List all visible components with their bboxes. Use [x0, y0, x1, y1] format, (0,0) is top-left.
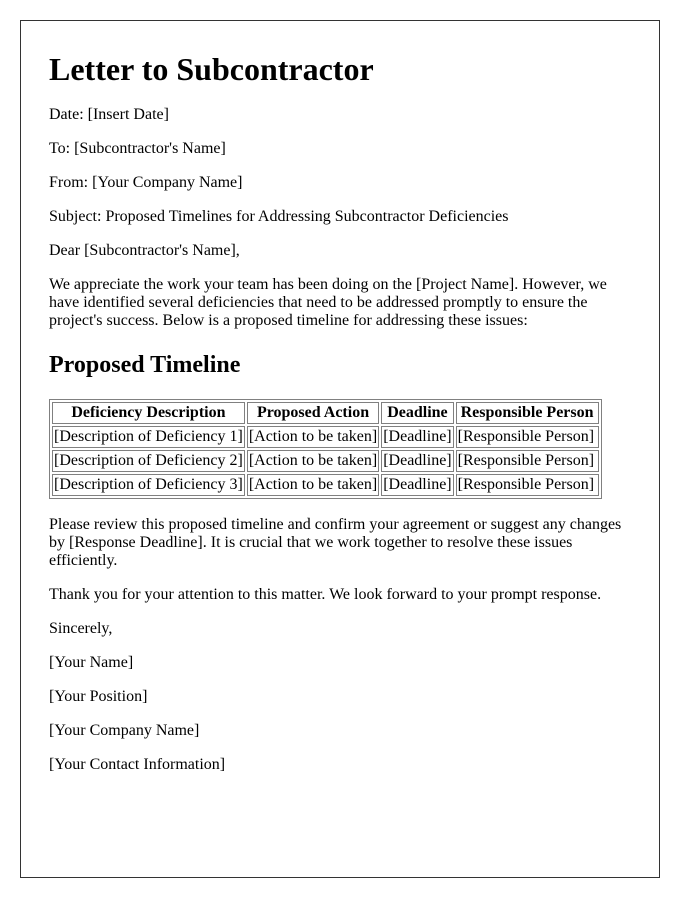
signature-position: [Your Position]: [49, 688, 148, 705]
cell-deficiency: [Description of Deficiency 3]: [52, 474, 245, 496]
thanks-paragraph: Thank you for your attention to this mat…: [49, 586, 602, 603]
letter-title: Letter to Subcontractor: [49, 51, 374, 87]
table-row: [Description of Deficiency 1] [Action to…: [52, 426, 599, 448]
date-line: Date: [Insert Date]: [49, 106, 169, 123]
from-line: From: [Your Company Name]: [49, 174, 243, 191]
header-deadline: Deadline: [381, 402, 454, 424]
cell-deadline: [Deadline]: [381, 474, 454, 496]
cell-deadline: [Deadline]: [381, 426, 454, 448]
cell-action: [Action to be taken]: [246, 426, 380, 448]
cell-responsible: [Responsible Person]: [455, 450, 599, 472]
table-row: [Description of Deficiency 3] [Action to…: [52, 474, 599, 496]
signature-name: [Your Name]: [49, 654, 134, 671]
cell-action: [Action to be taken]: [246, 474, 380, 496]
timeline-table: Deficiency Description Proposed Action D…: [49, 399, 602, 499]
letter-container: Letter to Subcontractor Date: [Insert Da…: [20, 20, 660, 878]
intro-paragraph: We appreciate the work your team has bee…: [49, 276, 607, 329]
header-deficiency-description: Deficiency Description: [52, 402, 245, 424]
cell-action: [Action to be taken]: [246, 450, 380, 472]
salutation: Dear [Subcontractor's Name],: [49, 242, 240, 259]
section-heading: Proposed Timeline: [49, 352, 241, 378]
table-row: [Description of Deficiency 2] [Action to…: [52, 450, 599, 472]
signature-contact: [Your Contact Information]: [49, 756, 226, 773]
signature-company: [Your Company Name]: [49, 722, 200, 739]
header-responsible-person: Responsible Person: [455, 402, 599, 424]
table-header-row: Deficiency Description Proposed Action D…: [52, 402, 599, 424]
cell-deficiency: [Description of Deficiency 2]: [52, 450, 245, 472]
cell-responsible: [Responsible Person]: [455, 474, 599, 496]
to-line: To: [Subcontractor's Name]: [49, 140, 226, 157]
closing: Sincerely,: [49, 620, 113, 637]
cell-deficiency: [Description of Deficiency 1]: [52, 426, 245, 448]
header-proposed-action: Proposed Action: [246, 402, 380, 424]
subject-line: Subject: Proposed Timelines for Addressi…: [49, 208, 509, 225]
review-paragraph: Please review this proposed timeline and…: [49, 516, 622, 569]
cell-responsible: [Responsible Person]: [455, 426, 599, 448]
cell-deadline: [Deadline]: [381, 450, 454, 472]
